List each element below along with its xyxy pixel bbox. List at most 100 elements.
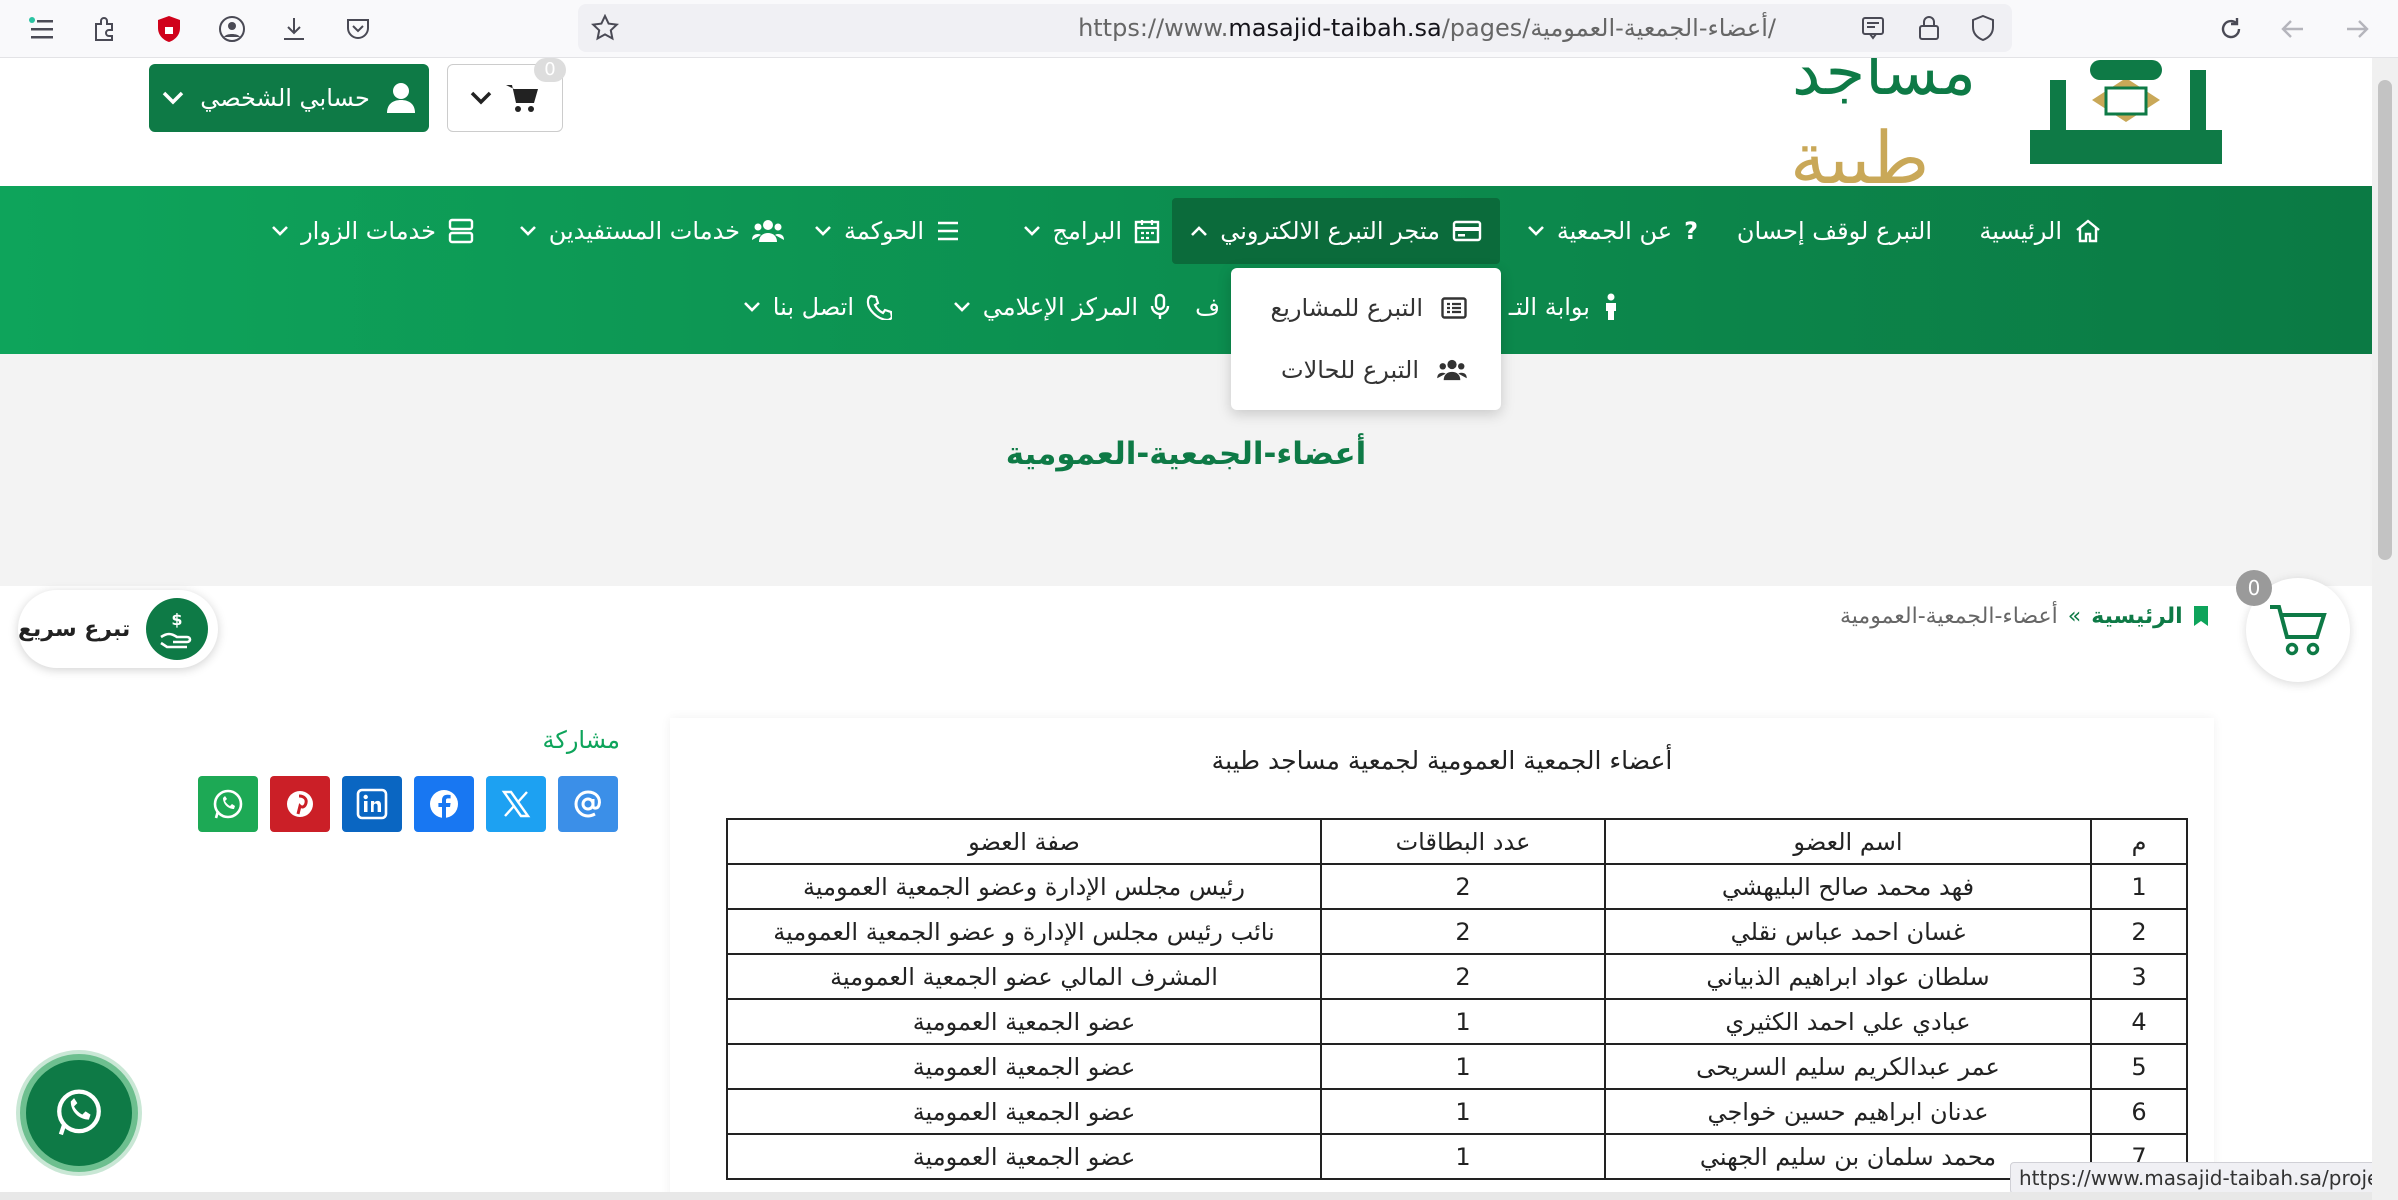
email-share-button[interactable] xyxy=(558,776,618,832)
whatsapp-share-button[interactable] xyxy=(198,776,258,832)
main-nav: الرئيسية التبرع لوقف إحسان ? عن الجمعية … xyxy=(0,186,2372,354)
dropdown-item-projects[interactable]: التبرع للمشاريع xyxy=(1270,288,1467,328)
cell-cards: 1 xyxy=(1320,998,1606,1045)
cell-cards: 2 xyxy=(1320,953,1606,1000)
nav-item-governance[interactable]: الحوكمة xyxy=(814,198,960,264)
cell-number: 3 xyxy=(2090,953,2188,1000)
reader-view-icon[interactable] xyxy=(1856,11,1890,45)
vertical-scrollbar-thumb[interactable] xyxy=(2378,80,2392,560)
dropdown-item-cases[interactable]: التبرع للحالات xyxy=(1281,350,1467,390)
breadcrumb: الرئيسية » أعضاء-الجمعية-العمومية xyxy=(1840,596,2220,636)
nav-item-hidden[interactable]: ف xyxy=(1195,274,1220,340)
facebook-share-button[interactable] xyxy=(414,776,474,832)
breadcrumb-current: أعضاء-الجمعية-العمومية xyxy=(1840,603,2058,629)
address-bar[interactable]: https://www.masajid-taibah.sa/pages/أعضا… xyxy=(578,4,2012,52)
pocket-icon[interactable] xyxy=(341,12,375,46)
table-row: 1 فهد محمد صالح البليهشي 2 رئيس مجلس الإ… xyxy=(726,863,2188,910)
reload-icon[interactable] xyxy=(2214,12,2248,46)
calendar-icon xyxy=(1134,220,1160,244)
whatsapp-float-button[interactable] xyxy=(20,1054,138,1172)
cell-role: عضو الجمعية العمومية xyxy=(726,998,1322,1045)
account-button[interactable]: حسابي الشخصي xyxy=(149,64,429,132)
page-hero: أعضاء-الجمعية-العمومية xyxy=(0,354,2372,586)
linkedin-icon xyxy=(356,788,388,820)
user-icon xyxy=(386,83,415,113)
donate-hand-icon: $ xyxy=(146,598,209,660)
pinterest-icon xyxy=(287,791,313,817)
logo-text-top: مساجد xyxy=(1792,58,1977,110)
header-cart-count: 0 xyxy=(534,58,566,82)
menu-icon[interactable] xyxy=(24,12,58,46)
content-card: أعضاء الجمعية العمومية لجمعية مساجد طيبة… xyxy=(670,718,2214,1200)
chevron-down-icon xyxy=(519,226,536,236)
cell-role: رئيس مجلس الإدارة وعضو الجمعية العمومية xyxy=(726,863,1322,910)
share-label: مشاركة xyxy=(542,726,620,754)
store-dropdown-menu: التبرع للمشاريع التبرع للحالات xyxy=(1231,268,1501,410)
table-row: 7 محمد سلمان بن سليم الجهني 1 عضو الجمعي… xyxy=(726,1133,2188,1180)
table-row: 3 سلطان عواد ابراهيم الذبياني 2 المشرف ا… xyxy=(726,953,2188,1000)
breadcrumb-separator: » xyxy=(2067,603,2082,629)
x-icon xyxy=(501,790,531,818)
lock-icon[interactable] xyxy=(1912,11,1946,45)
status-url: https://www.masajid-taibah.sa/projects/ xyxy=(2010,1162,2398,1194)
cell-cards: 2 xyxy=(1320,908,1606,955)
table-row: 5 عمر عبدالكريم سليم السريحى 1 عضو الجمع… xyxy=(726,1043,2188,1090)
cell-role: المشرف المالي عضو الجمعية العمومية xyxy=(726,953,1322,1000)
cart-icon xyxy=(2270,605,2327,656)
cell-number: 5 xyxy=(2090,1043,2188,1090)
members-table: م اسم العضو عدد البطاقات صفة العضو 1 فهد… xyxy=(726,818,2188,1180)
horizontal-scrollbar[interactable] xyxy=(0,1192,2372,1200)
cell-number: 4 xyxy=(2090,998,2188,1045)
svg-text:$: $ xyxy=(172,610,183,629)
cell-name: سلطان عواد ابراهيم الذبياني xyxy=(1604,953,2092,1000)
cart-icon xyxy=(506,85,538,112)
url-text: https://www.masajid-taibah.sa/pages/أعضا… xyxy=(1078,14,1776,42)
nav-item-media[interactable]: المركز الإعلامي xyxy=(953,274,1170,340)
tracking-shield-icon[interactable] xyxy=(1966,11,2000,45)
chevron-down-icon xyxy=(162,91,184,105)
nav-item-portal[interactable]: بوابة التـ xyxy=(1509,274,1620,340)
cell-name: عدنان ابراهيم حسين خواجي xyxy=(1604,1088,2092,1135)
table-header-row: م اسم العضو عدد البطاقات صفة العضو xyxy=(726,818,2188,865)
nav-item-beneficiaries[interactable]: خدمات المستفيدين xyxy=(519,198,784,264)
cell-name: غسان احمد عباس نقلي xyxy=(1604,908,2092,955)
nav-item-about[interactable]: ? عن الجمعية xyxy=(1527,198,1698,264)
download-icon[interactable] xyxy=(277,12,311,46)
account-circle-icon[interactable] xyxy=(215,12,249,46)
linkedin-share-button[interactable] xyxy=(342,776,402,832)
quick-donate-button[interactable]: $ تبرع سريع xyxy=(18,590,218,668)
forward-icon[interactable] xyxy=(2340,12,2374,46)
logo-text: طيبة xyxy=(1790,116,1930,186)
breadcrumb-home[interactable]: الرئيسية xyxy=(2091,604,2182,629)
person-icon xyxy=(1606,293,1616,320)
column-header-cards: عدد البطاقات xyxy=(1320,818,1606,865)
x-share-button[interactable] xyxy=(486,776,546,832)
home-icon xyxy=(2076,219,2100,243)
pinterest-share-button[interactable] xyxy=(270,776,330,832)
logo-mark-icon[interactable] xyxy=(2030,60,2222,166)
facebook-icon xyxy=(430,790,458,818)
quick-donate-label: تبرع سريع xyxy=(18,616,131,642)
nav-item-ihsan[interactable]: التبرع لوقف إحسان xyxy=(1737,198,1932,264)
back-icon[interactable] xyxy=(2276,12,2310,46)
chevron-down-icon xyxy=(815,226,831,236)
nav-item-visitors[interactable]: خدمات الزوار xyxy=(271,198,474,264)
nav-item-contact[interactable]: اتصل بنا xyxy=(743,274,892,340)
extensions-icon[interactable] xyxy=(88,12,122,46)
shield-extension-icon[interactable] xyxy=(152,12,186,46)
whatsapp-icon xyxy=(213,789,243,819)
table-row: 2 غسان احمد عباس نقلي 2 نائب رئيس مجلس ا… xyxy=(726,908,2188,955)
column-header-name: اسم العضو xyxy=(1604,818,2092,865)
nav-item-store[interactable]: متجر التبرع الالكتروني xyxy=(1172,198,1500,264)
list-icon xyxy=(938,221,958,241)
cell-number: 1 xyxy=(2090,863,2188,910)
phone-icon xyxy=(866,294,892,320)
chevron-down-icon xyxy=(1527,226,1544,236)
nav-item-programs[interactable]: البرامج xyxy=(1023,198,1160,264)
table-row: 6 عدنان ابراهيم حسين خواجي 1 عضو الجمعية… xyxy=(726,1088,2188,1135)
mic-icon xyxy=(1150,293,1170,319)
bookmark-star-icon[interactable] xyxy=(588,11,622,45)
nav-item-home[interactable]: الرئيسية xyxy=(1979,198,2102,264)
column-header-role: صفة العضو xyxy=(726,818,1322,865)
bookmark-icon xyxy=(2193,606,2208,626)
